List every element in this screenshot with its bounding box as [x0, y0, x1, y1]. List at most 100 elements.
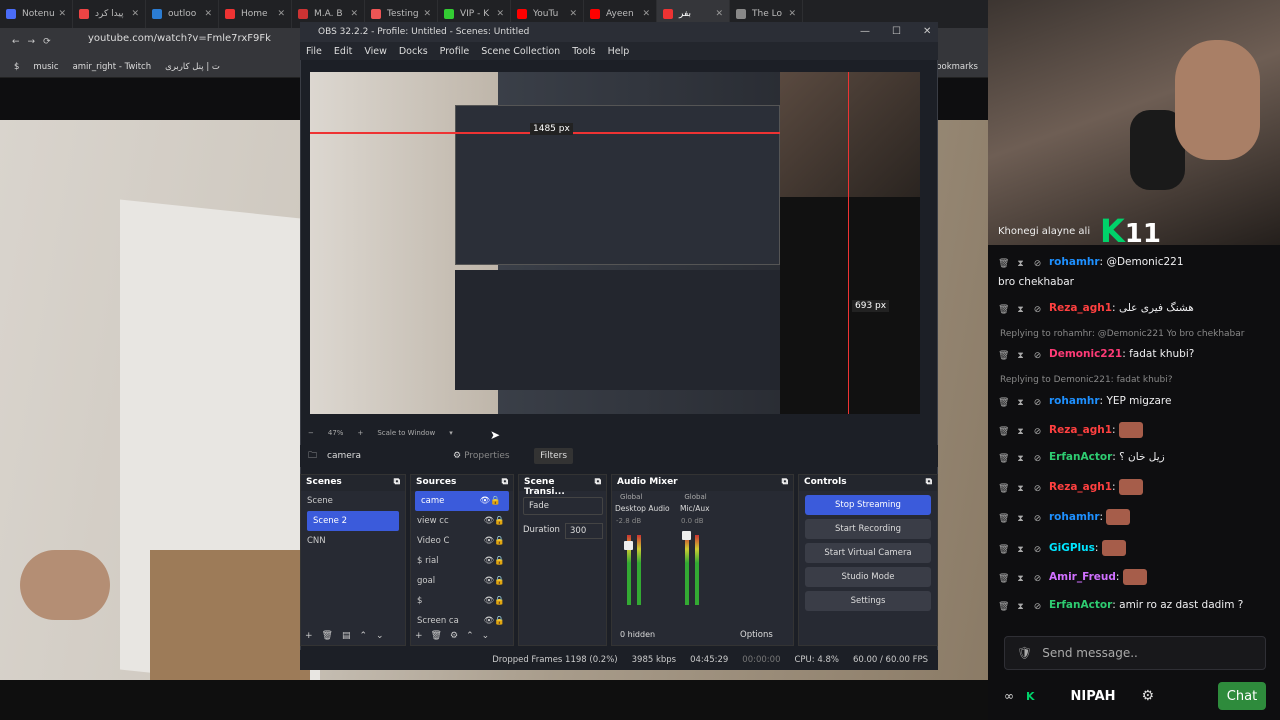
tab-close-icon[interactable]: ✕	[58, 9, 66, 19]
ban-icon[interactable]: ⊘	[1032, 396, 1043, 408]
add-scene-icon[interactable]: +	[305, 631, 313, 641]
ban-icon[interactable]: ⊘	[1032, 600, 1043, 612]
ban-icon[interactable]: ⊘	[1032, 512, 1043, 524]
delete-icon[interactable]: 🗑	[998, 257, 1009, 269]
tab-close-icon[interactable]: ✕	[204, 9, 212, 19]
down-icon[interactable]: ⌄	[376, 631, 384, 641]
mixer-ch1-fader[interactable]	[624, 541, 633, 550]
timeout-icon[interactable]: ⧗	[1015, 396, 1026, 408]
delete-icon[interactable]: 🗑	[998, 572, 1009, 584]
visibility-icon[interactable]: 👁🔒	[480, 496, 501, 506]
timeout-icon[interactable]: ⧗	[1015, 572, 1026, 584]
properties-button[interactable]: Properties	[464, 451, 534, 461]
source-gear-icon[interactable]: ⚙	[450, 631, 458, 641]
remove-source-icon[interactable]: 🗑	[431, 631, 442, 641]
ban-icon[interactable]: ⊘	[1032, 425, 1043, 437]
obs-menu-item[interactable]: Help	[608, 46, 630, 57]
bookmark-item[interactable]: music	[33, 62, 58, 72]
tab-close-icon[interactable]: ✕	[350, 9, 358, 19]
source-item[interactable]: $ rial 👁🔒	[411, 551, 513, 571]
maximize-icon[interactable]: ☐	[892, 26, 901, 37]
scene-item[interactable]: Scene	[301, 491, 405, 511]
timeout-icon[interactable]: ⧗	[1015, 452, 1026, 464]
timeout-icon[interactable]: ⧗	[1015, 303, 1026, 315]
tab-close-icon[interactable]: ✕	[496, 9, 504, 19]
obs-menu-item[interactable]: Edit	[334, 46, 352, 57]
timeout-icon[interactable]: ⧗	[1015, 425, 1026, 437]
browser-tab[interactable]: outloo ✕	[146, 0, 219, 28]
chat-username[interactable]: ErfanActor	[1049, 599, 1112, 611]
chevron-down-icon[interactable]: ▾	[449, 429, 453, 437]
minimize-icon[interactable]: —	[860, 26, 870, 37]
obs-menu-item[interactable]: View	[364, 46, 387, 57]
visibility-icon[interactable]: 👁🔒	[484, 596, 505, 606]
ban-icon[interactable]: ⊘	[1032, 543, 1043, 555]
visibility-icon[interactable]: 👁🔒	[484, 516, 505, 526]
remove-scene-icon[interactable]: 🗑	[322, 631, 333, 641]
chat-username[interactable]: Reza_agh1	[1049, 424, 1112, 436]
delete-icon[interactable]: 🗑	[998, 543, 1009, 555]
ban-icon[interactable]: ⊘	[1032, 257, 1043, 269]
close-icon[interactable]: ✕	[923, 26, 931, 37]
tab-close-icon[interactable]: ✕	[423, 9, 431, 19]
reload-icon[interactable]: ⟳	[43, 37, 51, 47]
tab-close-icon[interactable]: ✕	[715, 9, 723, 19]
obs-menu-item[interactable]: File	[306, 46, 322, 57]
control-button[interactable]: Start Virtual Camera	[805, 543, 931, 563]
source-down-icon[interactable]: ⌄	[482, 631, 490, 641]
zoom-out-icon[interactable]: −	[308, 429, 314, 437]
browser-tab[interactable]: Notenu ✕	[0, 0, 73, 28]
visibility-icon[interactable]: 👁🔒	[484, 536, 505, 546]
delete-icon[interactable]: 🗑	[998, 349, 1009, 361]
chat-settings-icon[interactable]: ⚙	[1142, 688, 1155, 704]
filter-icon[interactable]: ▤	[342, 631, 351, 641]
timeout-icon[interactable]: ⧗	[1015, 600, 1026, 612]
source-item[interactable]: $ 👁🔒	[411, 591, 513, 611]
control-button[interactable]: Stop Streaming	[805, 495, 931, 515]
ban-icon[interactable]: ⊘	[1032, 482, 1043, 494]
delete-icon[interactable]: 🗑	[998, 482, 1009, 494]
delete-icon[interactable]: 🗑	[998, 452, 1009, 464]
chat-username[interactable]: rohamhr	[1049, 395, 1100, 407]
chat-username[interactable]: GiGPlus	[1049, 542, 1095, 554]
mixer-ch2-fader[interactable]	[682, 531, 691, 540]
duration-input[interactable]: 300	[565, 523, 603, 539]
chat-username[interactable]: rohamhr	[1049, 511, 1100, 523]
add-source-icon[interactable]: +	[415, 631, 423, 641]
bookmark-item[interactable]: amir_right - Twitch	[73, 62, 152, 72]
timeout-icon[interactable]: ⧗	[1015, 482, 1026, 494]
chat-username[interactable]: Reza_agh1	[1049, 481, 1112, 493]
tab-close-icon[interactable]: ✕	[569, 9, 577, 19]
url-field[interactable]: youtube.com/watch?v=Fmle7rxF9Fk	[88, 33, 308, 51]
obs-menu-item[interactable]: Tools	[572, 46, 595, 57]
source-item[interactable]: came 👁🔒	[415, 491, 509, 511]
emote-menu-icon[interactable]: ∞	[1004, 689, 1014, 703]
source-item[interactable]: Screen ca 👁🔒	[411, 611, 513, 631]
browser-tab[interactable]: پیدا کرد ✕	[73, 0, 146, 28]
delete-icon[interactable]: 🗑	[998, 600, 1009, 612]
obs-menu-item[interactable]: Profile	[440, 46, 470, 57]
timeout-icon[interactable]: ⧗	[1015, 257, 1026, 269]
source-item[interactable]: goal 👁🔒	[411, 571, 513, 591]
scene-item[interactable]: Scene 2	[307, 511, 399, 531]
chat-username[interactable]: Amir_Freud	[1049, 571, 1116, 583]
bookmark-item[interactable]: $	[14, 62, 19, 72]
visibility-icon[interactable]: 👁🔒	[484, 556, 505, 566]
scale-dropdown[interactable]: Scale to Window	[377, 429, 435, 437]
ban-icon[interactable]: ⊘	[1032, 303, 1043, 315]
chat-username[interactable]: Demonic221	[1049, 348, 1122, 360]
mixer-options[interactable]: Options	[740, 630, 773, 640]
scene-item[interactable]: CNN	[301, 531, 405, 551]
obs-menu-item[interactable]: Docks	[399, 46, 428, 57]
timeout-icon[interactable]: ⧗	[1015, 512, 1026, 524]
control-button[interactable]: Settings	[805, 591, 931, 611]
chat-username[interactable]: rohamhr	[1049, 256, 1100, 268]
obs-menu-item[interactable]: Scene Collection	[481, 46, 560, 57]
timeout-icon[interactable]: ⧗	[1015, 349, 1026, 361]
visibility-icon[interactable]: 👁🔒	[484, 576, 505, 586]
ban-icon[interactable]: ⊘	[1032, 452, 1043, 464]
control-button[interactable]: Start Recording	[805, 519, 931, 539]
source-up-icon[interactable]: ⌃	[466, 631, 474, 641]
back-icon[interactable]: ←	[12, 37, 20, 47]
zoom-in-icon[interactable]: +	[357, 429, 363, 437]
